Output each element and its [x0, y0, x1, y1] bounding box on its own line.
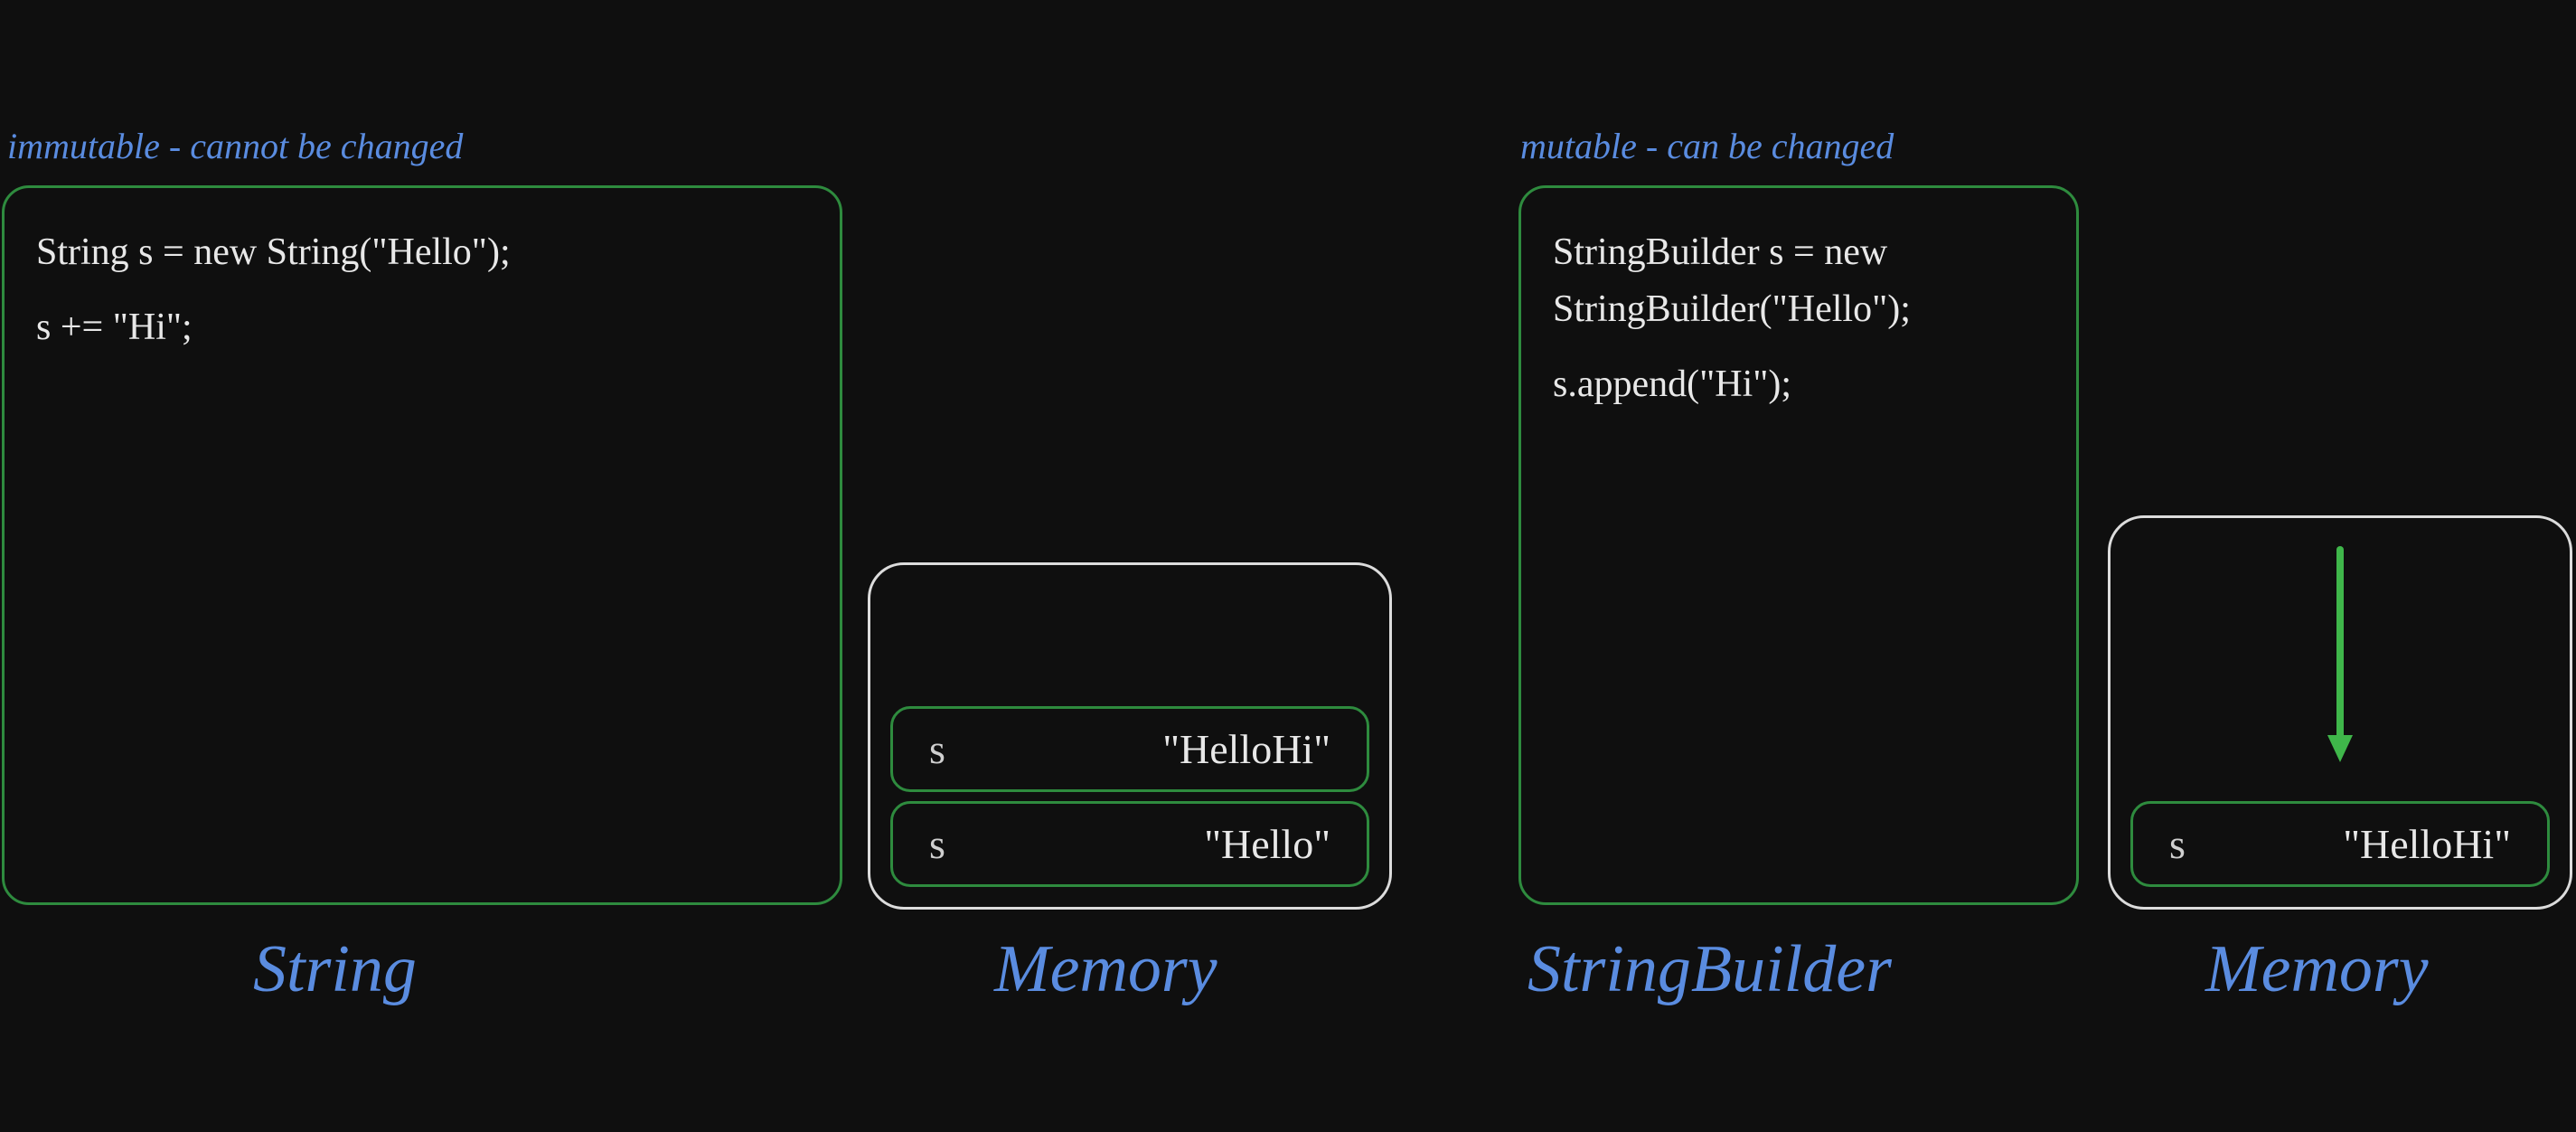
left-mem-var-1: s	[929, 820, 945, 868]
left-code-line-1: String s = new String("Hello");	[36, 224, 808, 281]
left-label-memory: Memory	[994, 931, 1217, 1008]
left-memory-box: s "HelloHi" s "Hello"	[868, 562, 1392, 910]
left-label-code: String	[253, 931, 417, 1008]
right-label-code: StringBuilder	[1528, 931, 1892, 1008]
right-mem-val-0: "HelloHi"	[2343, 820, 2511, 868]
right-label-memory: Memory	[2205, 931, 2429, 1008]
right-code-box: StringBuilder s = new StringBuilder("Hel…	[1518, 185, 2079, 905]
right-memory-box: s "HelloHi"	[2108, 515, 2572, 910]
right-caption: mutable - can be changed	[1520, 125, 1894, 167]
arrow-down-icon	[2322, 545, 2358, 762]
right-mem-var-0: s	[2169, 820, 2186, 868]
right-memory-cell-0: s "HelloHi"	[2130, 801, 2550, 887]
left-memory-cell-0: s "HelloHi"	[890, 706, 1369, 792]
left-mem-var-0: s	[929, 725, 945, 773]
left-code-line-2: s += "Hi";	[36, 299, 808, 356]
left-mem-val-0: "HelloHi"	[1162, 725, 1330, 773]
left-mem-val-1: "Hello"	[1204, 820, 1330, 868]
right-code-line-1: StringBuilder s = new	[1553, 224, 2045, 281]
left-memory-cell-1: s "Hello"	[890, 801, 1369, 887]
right-code-line-3: s.append("Hi");	[1553, 356, 2045, 413]
left-code-box: String s = new String("Hello"); s += "Hi…	[2, 185, 842, 905]
left-caption: immutable - cannot be changed	[7, 125, 463, 167]
right-code-line-2: StringBuilder("Hello");	[1553, 281, 2045, 338]
